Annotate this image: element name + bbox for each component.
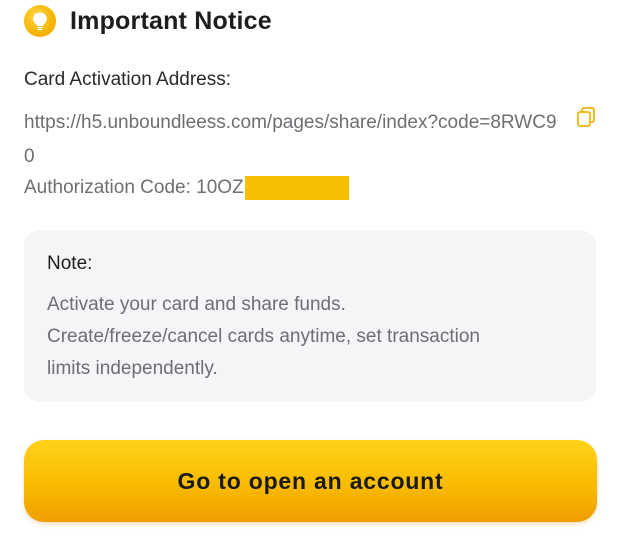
- important-notice-page: Important Notice Card Activation Address…: [0, 0, 618, 538]
- open-account-button-label: Go to open an account: [177, 467, 444, 494]
- note-line: limits independently.: [47, 358, 218, 379]
- activation-address-label: Card Activation Address:: [24, 69, 231, 90]
- notice-header: Important Notice: [24, 2, 272, 40]
- copy-icon[interactable]: [575, 106, 597, 128]
- redaction-block: [244, 176, 349, 200]
- authorization-code-row: Authorization Code: 10OZ: [24, 176, 349, 200]
- note-title: Note:: [47, 253, 93, 274]
- authorization-code-label: Authorization Code: 10OZ: [24, 177, 244, 198]
- note-box: Note: Activate your card and share funds…: [24, 230, 596, 402]
- open-account-button[interactable]: Go to open an account: [24, 440, 597, 522]
- activation-url[interactable]: https://h5.unboundleess.com/pages/share/…: [24, 106, 564, 174]
- note-line: Activate your card and share funds.: [47, 294, 346, 315]
- note-body: Activate your card and share funds. Crea…: [47, 289, 577, 385]
- note-line: Create/freeze/cancel cards anytime, set …: [47, 326, 480, 347]
- notice-title: Important Notice: [70, 6, 272, 35]
- lightbulb-icon: [24, 5, 56, 37]
